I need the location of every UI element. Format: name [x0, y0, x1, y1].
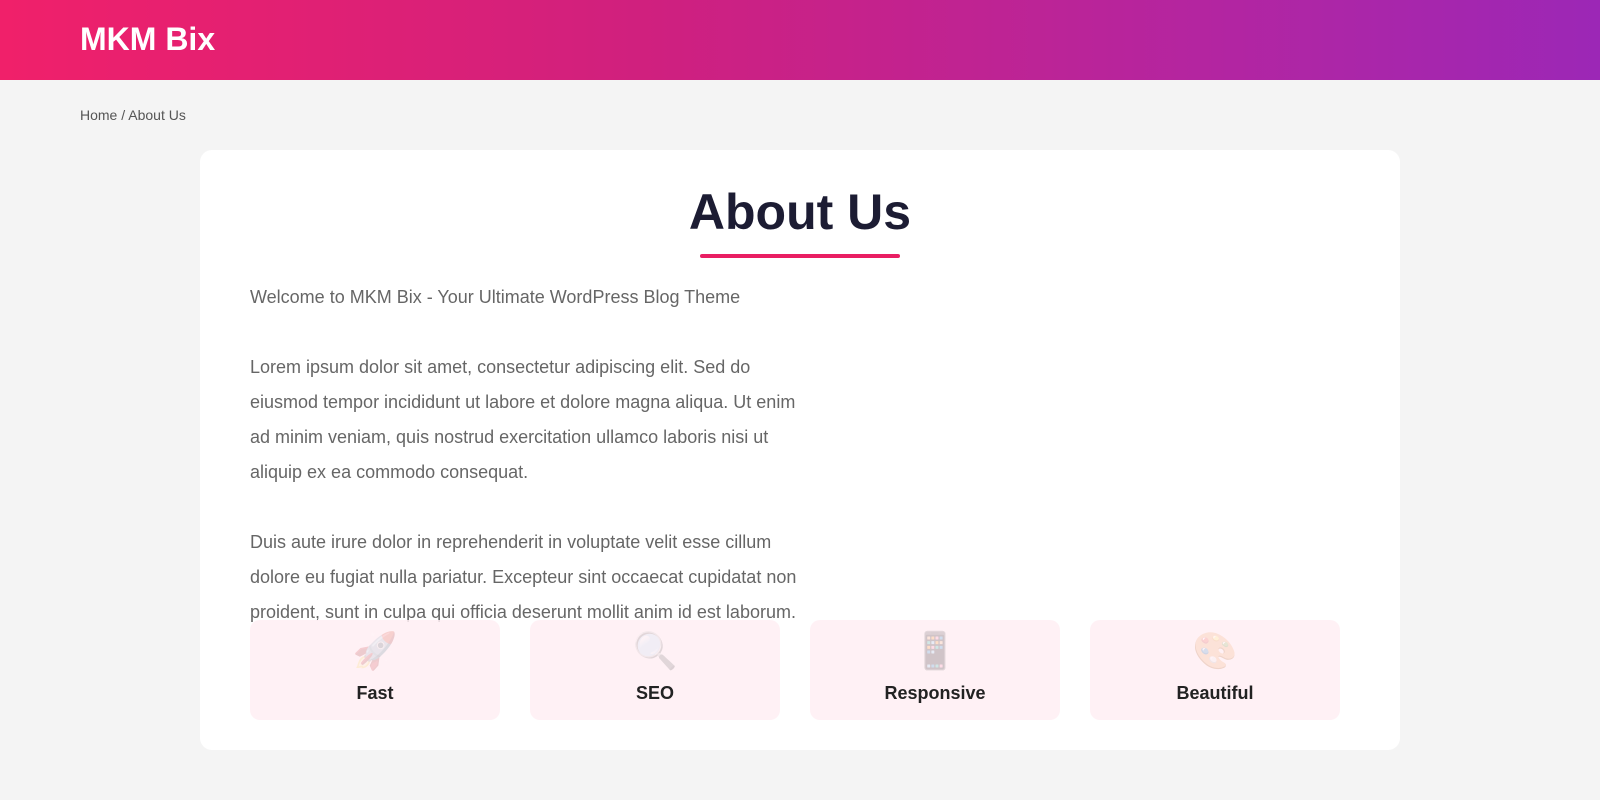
palette-icon: 🎨 — [1192, 631, 1238, 672]
feature-label: SEO — [635, 683, 674, 703]
breadcrumb-current: About Us — [128, 107, 186, 123]
page-title: About Us — [688, 184, 912, 240]
feature-card-fast: 🚀 Fast — [250, 620, 500, 720]
intro-paragraph: Welcome to MKM Bix - Your Ultimate WordP… — [250, 287, 741, 307]
feature-label: Responsive — [884, 683, 986, 703]
feature-card-beautiful: 🎨 Beautiful — [1090, 620, 1340, 720]
about-card: About Us Welcome to MKM Bix - Your Ultim… — [200, 150, 1400, 750]
rocket-icon: 🚀 — [352, 631, 398, 672]
breadcrumb-separator: / — [117, 107, 129, 123]
body-paragraph-2: Duis aute irure dolor in reprehenderit i… — [250, 532, 797, 622]
magnifier-icon: 🔍 — [632, 631, 678, 672]
feature-label: Beautiful — [1176, 683, 1254, 703]
breadcrumb-home-link[interactable]: Home — [80, 107, 117, 123]
site-logo[interactable]: MKM Bix — [80, 20, 215, 58]
about-content: Welcome to MKM Bix - Your Ultimate WordP… — [250, 280, 810, 665]
title-underline — [700, 254, 900, 258]
body-paragraph-1: Lorem ipsum dolor sit amet, consectetur … — [250, 357, 796, 482]
feature-card-seo: 🔍 SEO — [530, 620, 780, 720]
breadcrumb: Home / About Us — [80, 106, 186, 124]
mobile-phone-icon: 📱 — [912, 631, 958, 672]
feature-card-responsive: 📱 Responsive — [810, 620, 1060, 720]
feature-label: Fast — [356, 683, 394, 703]
feature-grid: 🚀 Fast 🔍 SEO 📱 Responsive 🎨 Beautiful — [250, 620, 1340, 720]
site-header: MKM Bix — [0, 0, 1600, 80]
